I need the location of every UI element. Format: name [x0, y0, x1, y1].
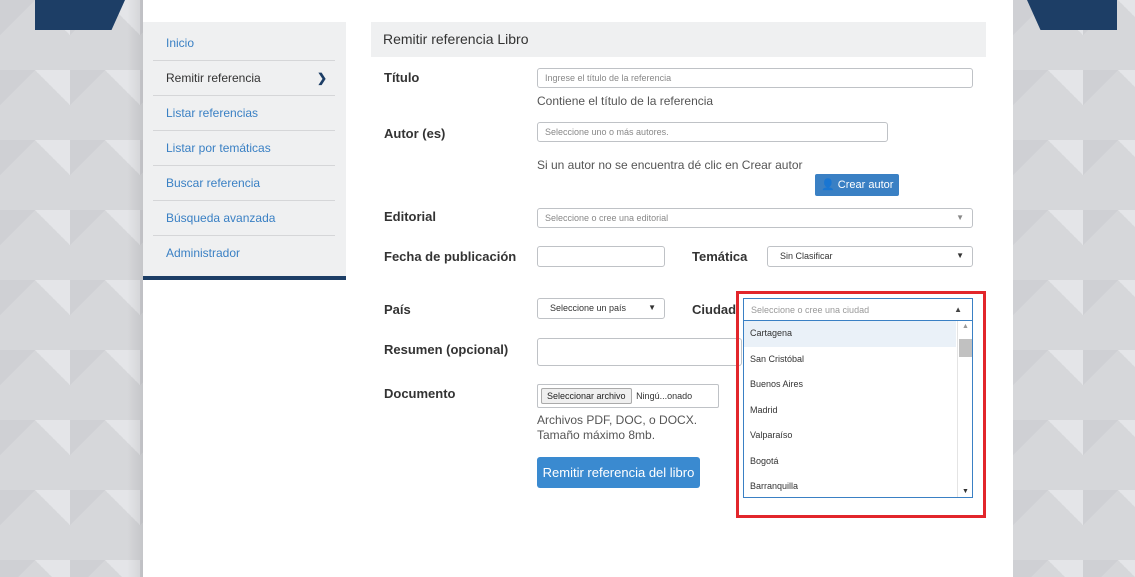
ciudad-dropdown-list: Cartagena San Cristóbal Buenos Aires Mad… — [743, 320, 973, 498]
sidebar-item-listar-referencias[interactable]: Listar referencias — [153, 96, 335, 131]
background-left — [0, 0, 143, 577]
documento-help-formats: Archivos PDF, DOC, o DOCX. — [537, 413, 698, 427]
ciudad-placeholder: Seleccione o cree una ciudad — [751, 305, 870, 315]
form-panel: Remitir referencia Libro — [371, 22, 986, 57]
caret-up-icon: ▲ — [954, 305, 962, 314]
sidebar-item-administrador[interactable]: Administrador — [153, 236, 335, 271]
submit-button[interactable]: Remitir referencia del libro — [537, 457, 700, 488]
autor-help: Si un autor no se encuentra dé clic en C… — [537, 158, 803, 172]
sidebar-item-listar-por-tematicas[interactable]: Listar por temáticas — [153, 131, 335, 166]
user-icon: 👤 — [821, 179, 835, 191]
sidebar: Inicio Remitir referencia ❯ Listar refer… — [143, 22, 346, 280]
sidebar-item-busqueda-avanzada[interactable]: Búsqueda avanzada — [153, 201, 335, 236]
dropdown-scrollbar[interactable]: ▲ ▼ — [957, 321, 972, 497]
editorial-label: Editorial — [384, 209, 437, 224]
pais-label: País — [384, 302, 411, 317]
pais-value: Seleccione un país — [550, 303, 627, 313]
list-item[interactable]: Valparaíso — [744, 423, 956, 449]
file-status: Ningú...onado — [636, 391, 693, 401]
caret-down-icon: ▼ — [956, 213, 964, 222]
fecha-label: Fecha de publicación — [384, 249, 517, 264]
create-author-button[interactable]: 👤 Crear autor — [815, 174, 900, 196]
titulo-input[interactable]: Ingrese el título de la referencia — [537, 68, 973, 88]
scrollbar-thumb[interactable] — [959, 339, 972, 357]
page-title: Remitir referencia Libro — [371, 22, 986, 57]
titulo-help: Contiene el título de la referencia — [537, 94, 714, 108]
choose-file-button[interactable]: Seleccionar archivo — [541, 388, 632, 404]
ciudad-select[interactable]: Seleccione o cree una ciudad ▲ — [743, 298, 973, 320]
sidebar-item-buscar-referencia[interactable]: Buscar referencia — [153, 166, 335, 201]
ciudad-label: Ciudad — [692, 302, 737, 317]
sidebar-item-label: Remitir referencia — [166, 71, 261, 85]
caret-down-icon: ▼ — [648, 303, 656, 312]
list-item[interactable]: Buenos Aires — [744, 372, 956, 398]
ribbon-right — [1027, 0, 1117, 30]
editorial-placeholder: Seleccione o cree una editorial — [545, 213, 669, 223]
resumen-textarea[interactable] — [537, 338, 742, 366]
list-item[interactable]: Cartagena — [744, 321, 956, 347]
autor-label: Autor (es) — [384, 126, 446, 141]
documento-label: Documento — [384, 386, 456, 401]
list-item[interactable]: Barranquilla — [744, 474, 956, 497]
chevron-down-icon[interactable]: ❯ — [317, 61, 327, 96]
resumen-label: Resumen (opcional) — [384, 342, 509, 357]
sidebar-item-remitir-referencia[interactable]: Remitir referencia ❯ — [153, 61, 335, 96]
caret-down-icon: ▼ — [956, 251, 964, 260]
background-right — [1013, 0, 1135, 577]
list-item[interactable]: Madrid — [744, 398, 956, 424]
list-item[interactable]: San Cristóbal — [744, 347, 956, 373]
file-input[interactable]: Seleccionar archivo Ningú...onado — [537, 384, 719, 408]
ribbon-left — [35, 0, 125, 30]
tematica-value: Sin Clasificar — [780, 251, 833, 261]
autor-input[interactable]: Seleccione uno o más autores. — [537, 122, 888, 142]
fecha-input[interactable] — [537, 246, 665, 267]
pais-select[interactable]: Seleccione un país ▼ — [537, 298, 665, 319]
list-item[interactable]: Bogotá — [744, 449, 956, 475]
tematica-label: Temática — [692, 249, 748, 264]
documento-help-size: Tamaño máximo 8mb. — [537, 428, 656, 442]
create-author-label: Crear autor — [837, 179, 894, 191]
scroll-up-icon[interactable]: ▲ — [962, 323, 969, 330]
tematica-select[interactable]: Sin Clasificar ▼ — [767, 246, 973, 267]
titulo-label: Título — [384, 70, 420, 85]
sidebar-item-inicio[interactable]: Inicio — [153, 26, 335, 61]
scroll-down-icon[interactable]: ▼ — [962, 488, 969, 495]
shadow-left — [127, 0, 143, 577]
editorial-select[interactable]: Seleccione o cree una editorial ▼ — [537, 208, 973, 228]
